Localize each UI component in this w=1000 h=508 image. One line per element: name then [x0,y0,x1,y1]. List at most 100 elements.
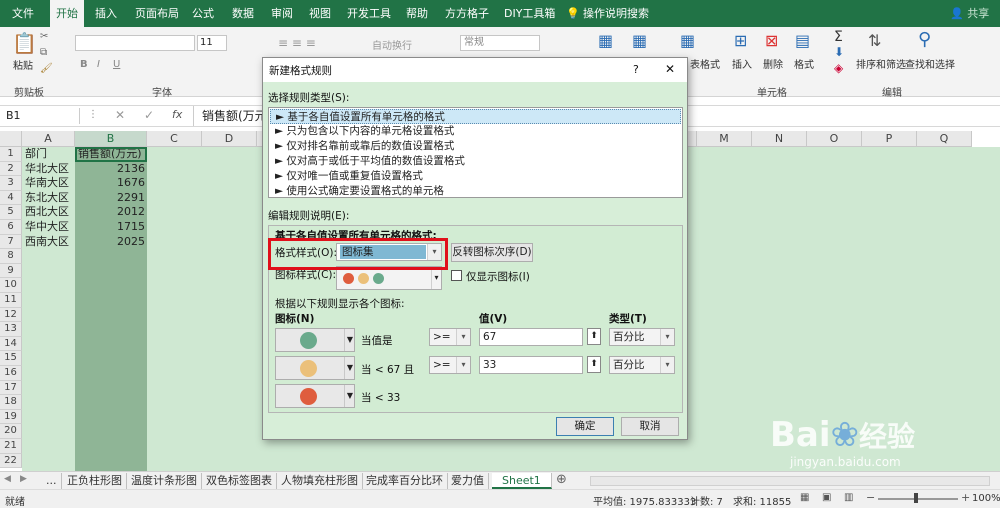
value-input-2[interactable]: 33 [479,356,583,374]
range-picker-icon[interactable]: ⬆ [587,356,601,373]
column-header[interactable]: C [147,131,202,147]
column-header[interactable]: B [75,131,147,147]
icon-select-2[interactable]: ▼ [275,356,355,380]
cell-a[interactable]: 西北大区 [23,205,75,220]
rule-type-item[interactable]: ► 仅对唯一值或重复值设置格式 [270,169,681,184]
paste-icon[interactable]: 📋 [12,31,37,55]
column-header[interactable]: M [697,131,752,147]
row-header[interactable]: 6 [0,220,22,235]
sort-filter-label[interactable]: 排序和筛选 [856,56,906,71]
tab-formulas[interactable]: 公式 [192,0,214,27]
close-icon[interactable]: ✕ [665,62,675,76]
row-header[interactable]: 3 [0,176,22,191]
name-box[interactable]: B1 [2,108,80,124]
tab-developer[interactable]: 开发工具 [347,0,391,27]
italic-button[interactable]: I [97,59,100,70]
column-header[interactable]: N [752,131,807,147]
zoom-out-icon[interactable]: − [866,491,875,504]
sheet-tab[interactable]: 人物填充柱形图 [277,473,363,489]
row-header[interactable]: 5 [0,205,22,220]
show-icon-only-checkbox[interactable] [451,270,462,281]
type-select-2[interactable]: 百分比 ▾ [609,356,675,374]
icon-select-1[interactable]: ▼ [275,328,355,352]
operator-select-2[interactable]: >= ▾ [429,356,471,374]
sheet-tab[interactable]: 正负柱形图 [63,473,127,489]
column-header[interactable]: O [807,131,862,147]
tell-me-search[interactable]: 操作说明搜索 [583,0,649,27]
operator-select-1[interactable]: >= ▾ [429,328,471,346]
value-input-1[interactable]: 67 [479,328,583,346]
delete-cells-icon[interactable]: ⊠ [765,31,778,50]
format-cells-icon[interactable]: ▤ [795,31,810,50]
tab-help[interactable]: 帮助 [406,0,428,27]
sheet-tab-more[interactable]: ... [42,473,62,489]
align-top-icon[interactable]: ≡ ≡ ≡ [278,36,316,50]
format-painter-icon[interactable]: 🖌 [40,63,53,74]
sheet-tab[interactable]: 完成率百分比环 [362,473,448,489]
tab-page-layout[interactable]: 页面布局 [135,0,179,27]
cell-b[interactable]: 2025 [76,235,147,250]
row-header[interactable]: 13 [0,322,22,337]
row-header[interactable]: 4 [0,190,22,206]
cell-b[interactable]: 2291 [76,191,147,206]
rule-type-item[interactable]: ► 使用公式确定要设置格式的单元格 [270,184,681,199]
bold-button[interactable]: B [80,59,88,70]
font-name-input[interactable] [75,35,195,51]
horizontal-scrollbar[interactable] [590,476,990,486]
row-header[interactable]: 11 [0,293,22,308]
cell-a[interactable]: 华中大区 [23,220,75,235]
cell-a[interactable]: 西南大区 [23,235,75,250]
underline-button[interactable]: U [113,59,120,70]
zoom-slider-thumb[interactable] [914,493,918,503]
page-break-view-icon[interactable]: ▥ [844,492,853,503]
row-header[interactable]: 8 [0,249,22,264]
tab-insert[interactable]: 插入 [95,0,117,27]
row-header[interactable]: 18 [0,395,22,410]
number-format-select[interactable]: 常规 [460,35,540,51]
column-header[interactable]: P [862,131,917,147]
row-header[interactable]: 19 [0,409,22,425]
paste-label[interactable]: 粘贴 [13,57,33,72]
rule-type-item-selected[interactable]: ► 基于各自值设置所有单元格的格式 [270,109,681,124]
sort-filter-icon[interactable]: ⇅ [868,31,881,50]
cell-b[interactable]: 2012 [76,205,147,220]
tab-view[interactable]: 视图 [309,0,331,27]
rule-type-item[interactable]: ► 仅对排名靠前或靠后的数值设置格式 [270,139,681,154]
autosum-icon[interactable]: Σ [834,29,843,45]
cell-b[interactable]: 2136 [76,162,147,177]
rule-type-item[interactable]: ► 只为包含以下内容的单元格设置格式 [270,124,681,139]
column-header[interactable]: Q [917,131,972,147]
row-header[interactable]: 12 [0,307,22,323]
cell-a[interactable]: 东北大区 [23,191,75,206]
row-header[interactable]: 1 [0,147,22,162]
wrap-text-button[interactable]: 自动换行 [372,37,412,52]
row-header[interactable]: 14 [0,336,22,352]
cell-a[interactable]: 部门 [23,147,75,162]
tab-home[interactable]: 开始 [50,0,84,27]
tab-file[interactable]: 文件 [12,0,34,27]
conditional-format-icon[interactable]: ▦ [598,31,613,50]
page-layout-view-icon[interactable]: ▣ [822,492,831,503]
row-header[interactable]: 17 [0,380,22,396]
format-as-table-label[interactable]: 表格式 [690,56,720,71]
insert-cells-icon[interactable]: ⊞ [734,31,747,50]
cancel-icon[interactable]: ✕ [115,108,125,122]
row-header[interactable]: 22 [0,453,22,469]
tab-review[interactable]: 审阅 [271,0,293,27]
column-header[interactable]: A [22,131,75,147]
sheet-tab[interactable]: 双色标签图表 [202,473,277,489]
row-header[interactable]: 2 [0,161,22,177]
row-header[interactable]: 21 [0,439,22,454]
copy-icon[interactable]: ⧉ [40,47,47,58]
cell-styles-icon[interactable]: ▦ [680,31,695,50]
insert-function-icon[interactable]: fx [172,108,182,121]
reverse-icon-order-button[interactable]: 反转图标次序(D) [451,243,533,262]
clear-icon[interactable]: ◈ [834,61,843,75]
zoom-in-icon[interactable]: + [961,491,970,504]
find-search-icon[interactable]: ⚲ [918,29,931,50]
tab-data[interactable]: 数据 [232,0,254,27]
cell-a[interactable]: 华北大区 [23,162,75,177]
scroll-left-icon[interactable]: ◀ [4,474,11,484]
tab-diy-toolbox[interactable]: DIY工具箱 [504,0,555,27]
delete-label[interactable]: 删除 [763,56,783,71]
